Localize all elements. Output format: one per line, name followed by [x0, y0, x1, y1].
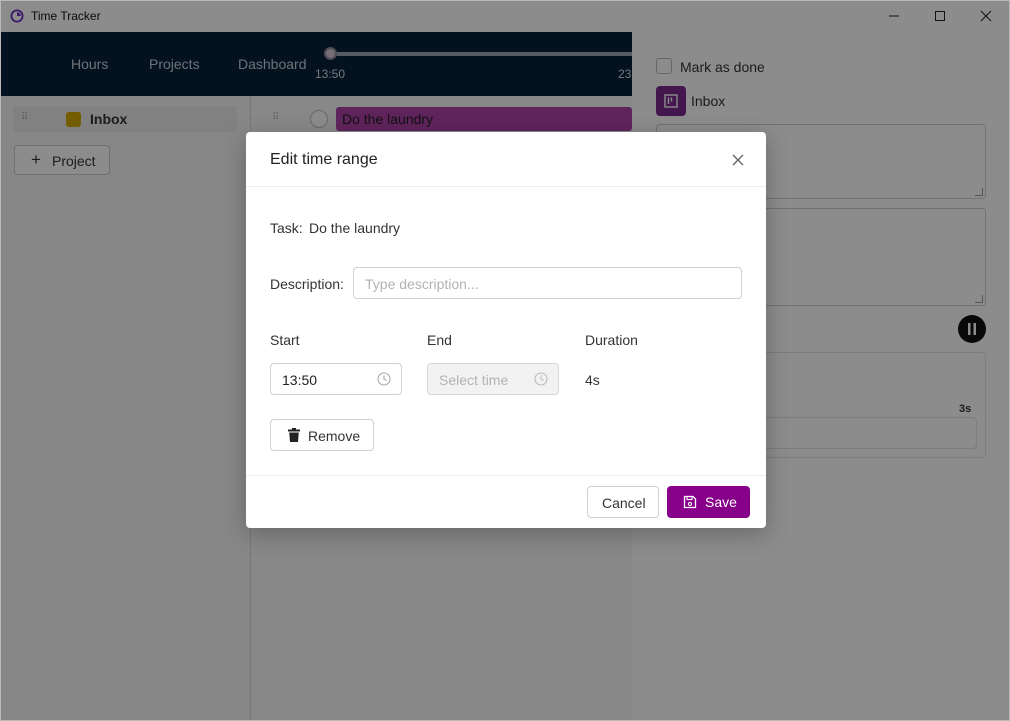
- close-dialog-icon[interactable]: [730, 152, 746, 168]
- dialog-title: Edit time range: [270, 151, 378, 168]
- dialog-footer: Cancel Save: [246, 475, 766, 528]
- duration-label: Duration: [585, 332, 638, 348]
- save-button[interactable]: Save: [667, 486, 750, 518]
- start-time-value: 13:50: [282, 372, 318, 388]
- start-label: Start: [270, 332, 300, 348]
- cancel-button[interactable]: Cancel: [587, 486, 659, 518]
- remove-label: Remove: [308, 428, 361, 444]
- end-time-placeholder: Select time: [439, 372, 509, 388]
- clock-icon: [377, 372, 391, 386]
- clock-icon: [534, 372, 548, 386]
- task-value: Do the laundry: [309, 220, 401, 236]
- description-placeholder: Type description...: [365, 276, 479, 292]
- duration-value: 4s: [585, 372, 600, 388]
- description-label: Description:: [270, 276, 344, 292]
- remove-button[interactable]: Remove: [270, 419, 374, 451]
- app-window: Time Tracker Hours Projects Dashboard 13…: [0, 0, 1010, 721]
- start-time-input[interactable]: 13:50: [270, 363, 402, 395]
- dialog-header: Edit time range: [246, 132, 766, 187]
- save-icon: [683, 495, 697, 509]
- edit-time-range-dialog: Edit time range Task: Do the laundry Des…: [246, 132, 766, 528]
- task-label: Task:: [270, 220, 303, 236]
- save-label: Save: [705, 494, 737, 510]
- cancel-label: Cancel: [602, 495, 646, 511]
- description-input[interactable]: Type description...: [353, 267, 742, 299]
- end-label: End: [427, 332, 452, 348]
- end-time-input[interactable]: Select time: [427, 363, 559, 395]
- trash-icon: [288, 428, 300, 442]
